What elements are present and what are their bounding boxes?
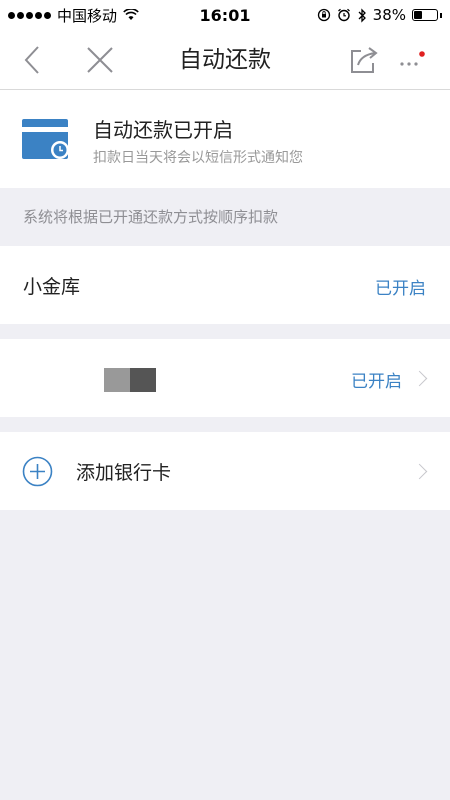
bank-card-row[interactable]: 已开启: [0, 339, 450, 417]
bank-card-status: 已开启: [351, 372, 402, 392]
battery-icon: [412, 9, 438, 21]
add-bank-card-row[interactable]: 添加银行卡: [0, 432, 450, 510]
add-bank-card-label: 添加银行卡: [76, 462, 172, 484]
autopay-status-title: 自动还款已开启: [93, 118, 233, 142]
share-icon: [351, 47, 378, 73]
card-clock-icon: [22, 119, 69, 159]
payment-method-row[interactable]: 小金库 已开启: [0, 246, 450, 324]
signal-icon: [8, 11, 51, 19]
more-button[interactable]: [394, 42, 430, 78]
payment-method-label: 小金库: [23, 276, 81, 298]
add-circle-icon: [22, 456, 53, 487]
status-bar: 中国移动 16:01 38%: [0, 0, 450, 30]
wifi-icon: [123, 9, 139, 20]
bluetooth-icon: [358, 7, 366, 23]
more-icon: [400, 51, 425, 66]
page-title: 自动还款: [179, 47, 271, 73]
notification-dot: [419, 51, 425, 57]
payment-method-status: 已开启: [375, 279, 426, 299]
battery-tip: [440, 12, 442, 18]
share-button[interactable]: [346, 42, 382, 78]
deduction-order-hint: 系统将根据已开通还款方式按顺序扣款: [23, 208, 279, 226]
autopay-status-subtitle: 扣款日当天将会以短信形式通知您: [93, 150, 303, 166]
alarm-icon: [337, 8, 350, 22]
nav-bar: 自动还款: [0, 30, 450, 90]
bank-card-redacted-logo: [104, 368, 156, 392]
chevron-right-icon: [411, 463, 428, 480]
orientation-lock-icon: [317, 8, 330, 22]
chevron-right-icon: [411, 370, 428, 387]
battery-percent: 38%: [372, 6, 406, 24]
carrier-name: 中国移动: [57, 6, 118, 25]
autopay-status-banner: 自动还款已开启 扣款日当天将会以短信形式通知您: [0, 90, 450, 188]
